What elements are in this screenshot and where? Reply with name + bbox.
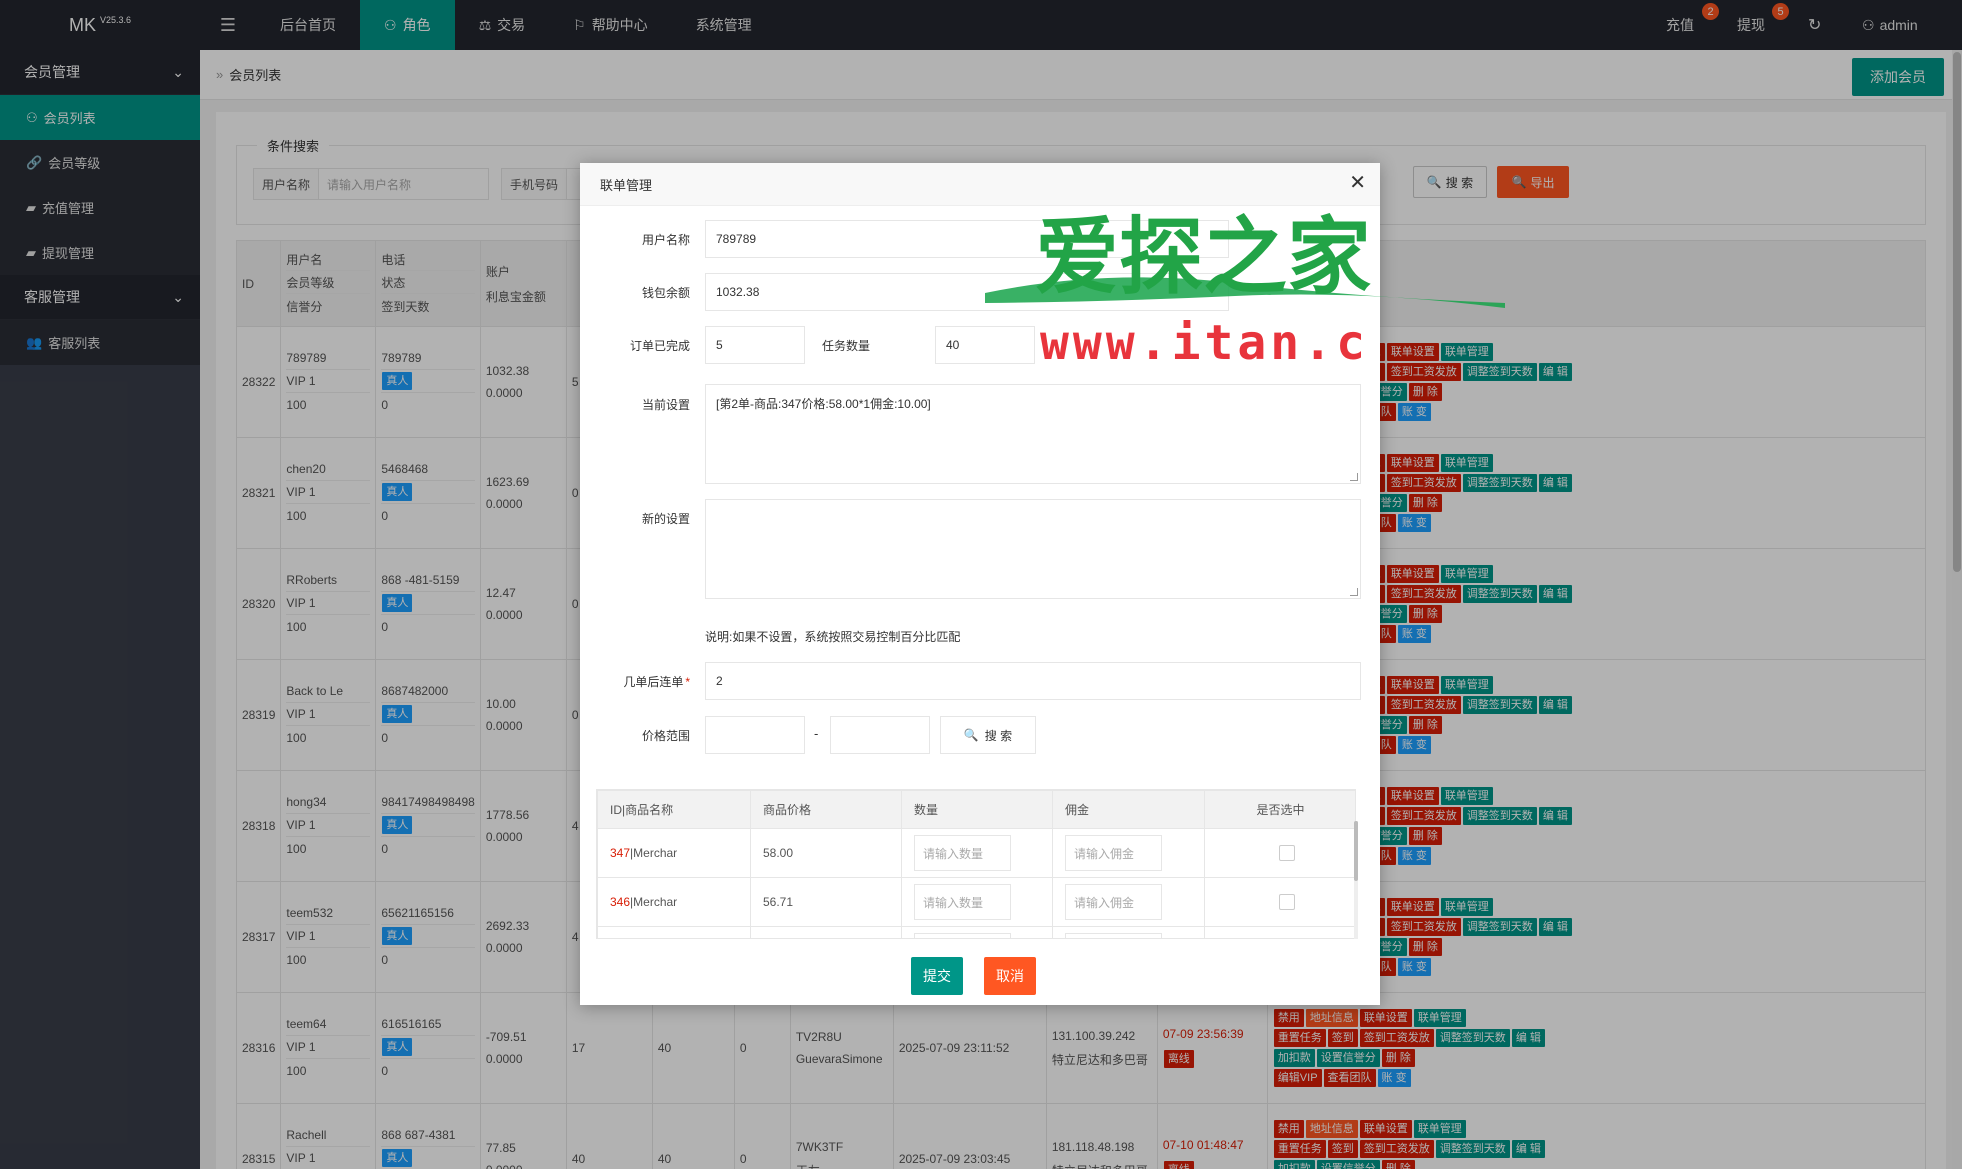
quantity-input[interactable] <box>914 933 1011 938</box>
link-after-field[interactable]: 2 <box>705 662 1361 700</box>
select-checkbox[interactable] <box>1278 894 1295 910</box>
task-count-field[interactable]: 40 <box>935 326 1035 364</box>
required-star: * <box>685 675 690 689</box>
quantity-input[interactable]: 请输入数量 <box>914 884 1011 920</box>
commission-input[interactable]: 请输入佣金 <box>1065 835 1162 871</box>
modal-title: 联单管理 <box>600 177 653 193</box>
product-id: 346 <box>610 895 631 909</box>
product-row: 346|Merchar 56.71 请输入数量 请输入佣金 <box>597 877 1355 927</box>
watermark-logo: 爱探之家 <box>985 208 1505 308</box>
new-setting-textarea[interactable] <box>705 499 1361 599</box>
product-price: 56.71 <box>750 877 902 927</box>
orders-done-label: 订单已完成 <box>629 339 690 353</box>
username-label: 用户名称 <box>641 233 690 247</box>
product-row <box>597 926 1355 938</box>
new-setting-label: 新的设置 <box>641 512 690 526</box>
product-name: |Merchar <box>630 846 678 860</box>
col-product-price: 商品价格 <box>750 790 902 829</box>
setting-note: 说明:如果不设置，系统按照交易控制百分比匹配 <box>705 630 961 644</box>
watermark-url: www.itan.c <box>1040 315 1369 371</box>
search-icon: 🔍 <box>963 728 979 742</box>
col-quantity: 数量 <box>901 790 1053 829</box>
commission-input[interactable]: 请输入佣金 <box>1065 884 1162 920</box>
product-name: |Merchar <box>630 895 678 909</box>
price-max-field[interactable] <box>830 716 930 754</box>
select-cell <box>1204 877 1355 927</box>
current-setting-text: [第2单-商品:347价格:58.00*1佣金:10.00] <box>716 397 931 411</box>
modal-header: 联单管理 ✕ <box>580 163 1380 206</box>
commission-cell: 请输入佣金 <box>1052 828 1205 878</box>
price-search-button[interactable]: 🔍 搜 索 <box>940 716 1036 754</box>
current-setting-textarea[interactable]: [第2单-商品:347价格:58.00*1佣金:10.00] <box>705 384 1361 484</box>
select-checkbox[interactable] <box>1278 845 1295 861</box>
task-count-label: 任务数量 <box>821 339 870 353</box>
link-after-text: 几单后连单 <box>623 675 684 689</box>
resize-handle[interactable] <box>1350 473 1358 481</box>
product-name-cell: 346|Merchar <box>597 877 751 927</box>
resize-handle[interactable] <box>1350 588 1358 596</box>
quantity-cell: 请输入数量 <box>901 877 1053 927</box>
col-commission: 佣金 <box>1052 790 1205 829</box>
submit-button[interactable]: 提交 <box>911 957 963 995</box>
product-table-scrollbar[interactable] <box>1354 821 1358 939</box>
quantity-input[interactable]: 请输入数量 <box>914 835 1011 871</box>
select-cell <box>1204 828 1355 878</box>
col-selected: 是否选中 <box>1204 790 1355 829</box>
product-table: ID|商品名称 商品价格 数量 佣金 是否选中 347|Merchar 58.0… <box>596 789 1356 939</box>
product-row: 347|Merchar 58.00 请输入数量 请输入佣金 <box>597 828 1355 878</box>
product-table-scrollbar-thumb[interactable] <box>1354 821 1358 881</box>
price-search-label: 搜 索 <box>984 728 1013 743</box>
cancel-button[interactable]: 取消 <box>984 957 1036 995</box>
price-range-label: 价格范围 <box>641 729 690 743</box>
col-product-name: ID|商品名称 <box>597 790 751 829</box>
product-price: 58.00 <box>750 828 902 878</box>
commission-cell: 请输入佣金 <box>1052 877 1205 927</box>
link-after-label: 几单后连单 * <box>580 673 690 690</box>
close-icon[interactable]: ✕ <box>1349 173 1366 193</box>
wallet-label: 钱包余额 <box>641 286 690 300</box>
product-name-cell: 347|Merchar <box>597 828 751 878</box>
commission-input[interactable] <box>1065 933 1162 938</box>
price-min-field[interactable] <box>705 716 805 754</box>
current-setting-label: 当前设置 <box>641 398 690 412</box>
range-dash: - <box>814 726 819 741</box>
watermark-cn-text: 爱探之家 <box>1035 208 1371 306</box>
quantity-cell: 请输入数量 <box>901 828 1053 878</box>
product-id: 347 <box>610 846 631 860</box>
